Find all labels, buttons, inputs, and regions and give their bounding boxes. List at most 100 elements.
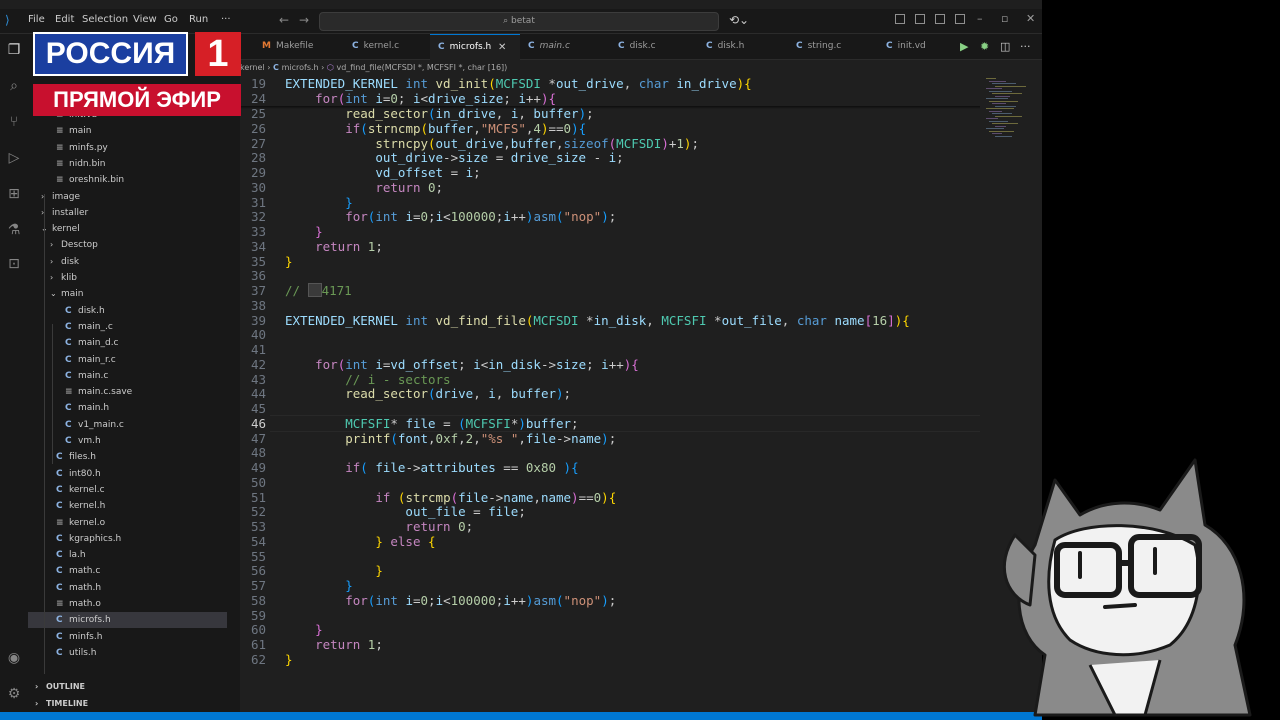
tree-item[interactable]: › klib	[28, 270, 227, 286]
tree-item[interactable]: Cv1_main.c	[28, 417, 227, 433]
source-control-icon[interactable]: ⑂	[6, 114, 22, 130]
testing-icon[interactable]: ⚗	[6, 222, 22, 238]
tab-init-vd[interactable]: Cinit.vd	[878, 34, 968, 59]
tree-item[interactable]: ≡ main	[28, 123, 227, 139]
run-icon[interactable]: ▶	[960, 40, 968, 53]
code-line[interactable]: for(int i=vd_offset; i<in_disk->size; i+…	[285, 357, 639, 372]
toggle-sidebar-icon[interactable]	[915, 14, 925, 24]
code-line[interactable]: out_drive->size = drive_size - i;	[285, 150, 623, 165]
code-line[interactable]: if (strcmp(file->name,name)==0){	[285, 490, 616, 505]
tab-microfs-h[interactable]: Cmicrofs.h ✕	[430, 34, 520, 60]
tab-string-c[interactable]: Cstring.c	[788, 34, 878, 59]
menu-item[interactable]: Go	[164, 14, 178, 25]
tree-item[interactable]: Cfiles.h	[28, 449, 227, 465]
run-debug-icon[interactable]: ▷	[6, 150, 22, 166]
code-line[interactable]: }	[285, 254, 293, 269]
menu-item[interactable]: File	[28, 14, 45, 25]
debug-bug-icon[interactable]: ✹	[980, 40, 989, 53]
tree-item[interactable]: ≡ minfs.py	[28, 140, 227, 156]
code-line[interactable]: }	[285, 652, 293, 667]
code-line[interactable]: for(int i=0;i<100000;i++)asm("nop");	[285, 209, 616, 224]
code-line[interactable]: printf(font,0xf,2,"%s ",file->name);	[285, 431, 616, 446]
code-line[interactable]: EXTENDED_KERNEL int vd_find_file(MCFSDI …	[285, 313, 910, 328]
customize-layout-icon[interactable]	[895, 14, 905, 24]
code-line[interactable]: if( file->attributes == 0x80 ){	[285, 460, 578, 475]
code-line[interactable]: MCFSFI* file = (MCFSFI*)buffer;	[285, 416, 578, 431]
tree-item[interactable]: Cmain.c	[28, 368, 227, 384]
tree-item[interactable]: Cdisk.h	[28, 303, 227, 319]
breadcrumb-file[interactable]: microfs.h	[282, 63, 319, 72]
code-line[interactable]: return 1;	[285, 637, 383, 652]
timeline-section[interactable]: › TIMELINE	[28, 696, 240, 712]
maximize-icon[interactable]: ▫	[1001, 12, 1008, 25]
menu-item[interactable]: Selection	[82, 14, 128, 25]
tree-item[interactable]: Cmath.c	[28, 563, 227, 579]
code-line[interactable]: for(int i=0; i<drive_size; i++){	[285, 91, 556, 106]
code-line[interactable]: EXTENDED_KERNEL int vd_init(MCFSDI *out_…	[285, 76, 752, 91]
tree-item[interactable]: Cmain_r.c	[28, 352, 227, 368]
close-window-icon[interactable]: ✕	[1026, 12, 1035, 25]
forward-arrow-icon[interactable]: →	[299, 13, 309, 27]
search-icon[interactable]: ⌕	[6, 78, 22, 94]
code-editor[interactable]: 19 EXTENDED_KERNEL int vd_init(MCFSDI *ou…	[240, 76, 980, 712]
toggle-panel-icon[interactable]	[935, 14, 945, 24]
code-line[interactable]: vd_offset = i;	[285, 165, 480, 180]
tree-item[interactable]: ≡ main.c.save	[28, 384, 227, 400]
code-line[interactable]: if(strncmp(buffer,"MCFS",4)==0){	[285, 121, 586, 136]
tree-item[interactable]: ≡ nidn.bin	[28, 156, 227, 172]
code-line[interactable]: } else {	[285, 534, 435, 549]
tree-item[interactable]: › disk	[28, 254, 227, 270]
minimize-icon[interactable]: –	[977, 12, 983, 25]
menu-item[interactable]: Edit	[55, 14, 74, 25]
tree-item[interactable]: Cmath.h	[28, 580, 227, 596]
tree-item[interactable]: ≡ kernel.o	[28, 515, 227, 531]
code-line[interactable]: return 0;	[285, 519, 473, 534]
tree-item[interactable]: Ckgraphics.h	[28, 531, 227, 547]
code-line[interactable]: }	[285, 563, 383, 578]
code-line[interactable]: for(int i=0;i<100000;i++)asm("nop");	[285, 593, 616, 608]
tree-item[interactable]: › image	[28, 189, 227, 205]
tree-item[interactable]: Cmain_d.c	[28, 335, 227, 351]
menu-item[interactable]: ···	[221, 14, 231, 25]
tree-item[interactable]: ≡ math.o	[28, 596, 227, 612]
code-line[interactable]: return 1;	[285, 239, 383, 254]
tree-item[interactable]: ⌄ main	[28, 286, 227, 302]
remote-explorer-icon[interactable]: ⊡	[6, 256, 22, 272]
code-line[interactable]: out_file = file;	[285, 504, 525, 519]
code-line[interactable]: read_sector(drive, i, buffer);	[285, 386, 571, 401]
tree-item[interactable]: Cmicrofs.h	[28, 612, 227, 629]
tab-main-c[interactable]: Cmain.c	[520, 34, 610, 59]
code-line[interactable]: }	[285, 578, 353, 593]
tree-item[interactable]: ≡ oreshnik.bin	[28, 172, 227, 188]
tree-item[interactable]: Ckernel.c	[28, 482, 227, 498]
code-line[interactable]: strncpy(out_drive,buffer,sizeof(MCFSDI)+…	[285, 136, 699, 151]
code-line[interactable]: return 0;	[285, 180, 443, 195]
tree-item[interactable]: Cmain_.c	[28, 319, 227, 335]
menu-item[interactable]: Run	[189, 14, 208, 25]
code-line[interactable]: read_sector(in_drive, i, buffer);	[285, 106, 593, 121]
code-line[interactable]: // 4171	[285, 283, 352, 298]
more-actions-icon[interactable]: ···	[1020, 40, 1031, 53]
tree-item[interactable]: Cminfs.h	[28, 629, 227, 645]
tab-Makefile[interactable]: M Makefile	[254, 34, 344, 59]
tree-item[interactable]: Cint80.h	[28, 466, 227, 482]
tab-kernel-c[interactable]: Ckernel.c	[344, 34, 434, 59]
tree-item[interactable]: ⌄kernel	[28, 221, 227, 237]
code-line[interactable]: // i - sectors	[285, 372, 450, 387]
account-icon[interactable]: ◉	[6, 650, 22, 666]
code-line[interactable]: }	[285, 622, 323, 637]
tree-item[interactable]: › Desctop	[28, 237, 227, 253]
toggle-secondary-sidebar-icon[interactable]	[955, 14, 965, 24]
copilot-icon[interactable]: ⟲⌄	[729, 13, 749, 27]
breadcrumb-symbol[interactable]: vd_find_file(MCFSDI *, MCFSFI *, char [1…	[336, 63, 507, 72]
explorer-icon[interactable]: ❐	[6, 42, 22, 58]
tab-disk-c[interactable]: Cdisk.c	[610, 34, 700, 59]
command-center-search[interactable]: ⌕ betat	[319, 12, 719, 31]
menu-item[interactable]: View	[133, 14, 157, 25]
breadcrumb-folder[interactable]: kernel	[240, 63, 265, 72]
tree-item[interactable]: Ckernel.h	[28, 498, 227, 514]
tree-item[interactable]: Cmain.h	[28, 400, 227, 416]
code-line[interactable]: }	[285, 224, 323, 239]
tree-item[interactable]: Cvm.h	[28, 433, 227, 449]
tree-item[interactable]: Cutils.h	[28, 645, 227, 661]
